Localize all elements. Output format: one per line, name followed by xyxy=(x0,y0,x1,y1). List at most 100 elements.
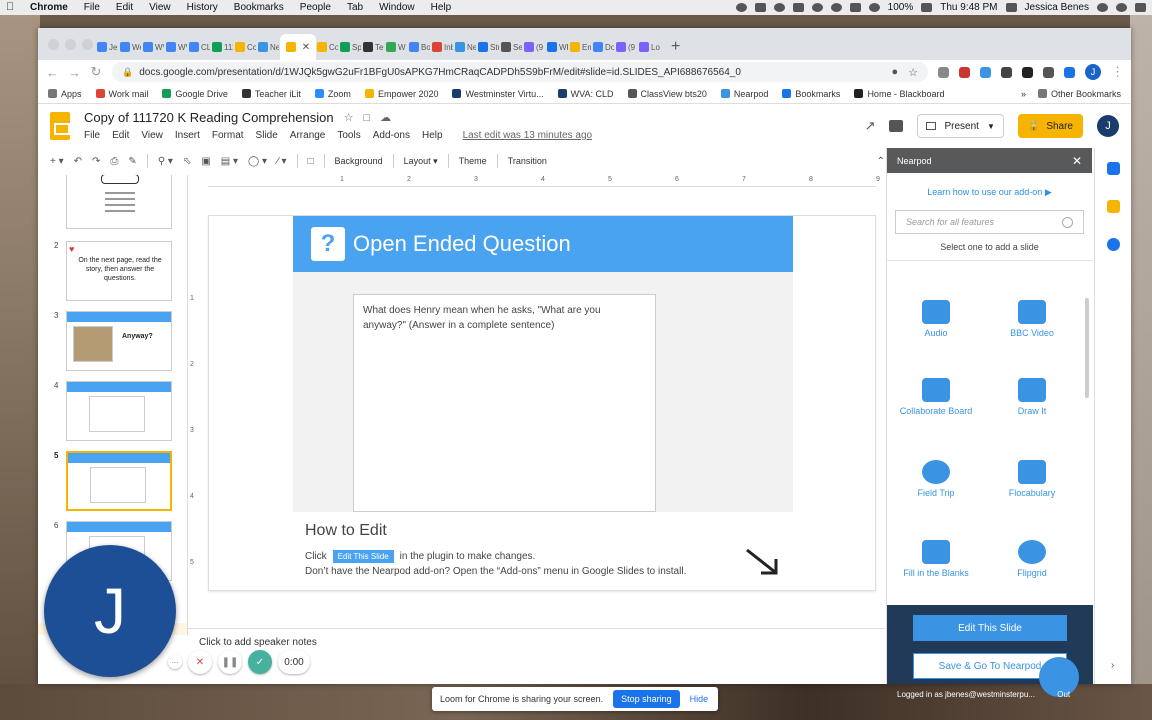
mac-menu-window[interactable]: Window xyxy=(379,2,415,13)
browser-tab[interactable]: Jes xyxy=(96,34,119,60)
bookmark-item[interactable]: Apps xyxy=(48,89,82,99)
browser-tab[interactable]: Ne xyxy=(257,34,280,60)
feature-fill-in-the-blanks[interactable]: Fill in the Blanks xyxy=(891,540,981,578)
bookmark-item[interactable]: Westminster Virtu... xyxy=(452,89,544,99)
notification-center-icon[interactable] xyxy=(1135,3,1146,12)
browser-tab[interactable]: Sp xyxy=(339,34,362,60)
activity-icon[interactable]: ↗ xyxy=(865,118,876,134)
time-machine-icon[interactable] xyxy=(830,3,842,12)
line-icon[interactable]: ∕ ▾ xyxy=(277,156,286,167)
doc-title[interactable]: Copy of 111720 K Reading Comprehension xyxy=(84,110,334,125)
collapse-toolbar-icon[interactable]: ⌃ xyxy=(877,156,885,167)
feature-draw-it[interactable]: Draw It xyxy=(987,378,1077,416)
menu-slide[interactable]: Slide xyxy=(256,130,278,141)
new-slide-icon[interactable]: + ▾ xyxy=(50,156,64,167)
share-button[interactable]: 🔒 Share xyxy=(1017,114,1083,138)
feature-scrollbar[interactable] xyxy=(1085,298,1089,398)
browser-tab[interactable]: 111 xyxy=(211,34,234,60)
menu-help[interactable]: Help xyxy=(422,130,443,141)
extension-icon[interactable] xyxy=(1064,66,1075,78)
mac-user[interactable]: Jessica Benes xyxy=(1025,2,1089,13)
mac-menu-file[interactable]: File xyxy=(84,2,100,13)
undo-icon[interactable]: ↶ xyxy=(74,156,82,167)
menu-format[interactable]: Format xyxy=(212,130,244,141)
mic-icon[interactable]: ● xyxy=(891,66,898,78)
mac-menu-view[interactable]: View xyxy=(149,2,171,13)
profile-avatar[interactable]: J xyxy=(1085,64,1101,80)
close-tab-icon[interactable]: ✕ xyxy=(302,42,310,53)
browser-tab[interactable]: (9 xyxy=(523,34,546,60)
reload-icon[interactable]: ↻ xyxy=(90,64,102,80)
horizontal-ruler[interactable]: 1 2 3 4 5 6 7 8 9 xyxy=(208,175,880,187)
feature-collaborate-board[interactable]: Collaborate Board xyxy=(891,378,981,416)
battery-icon[interactable] xyxy=(921,3,933,12)
browser-tab[interactable]: Inb xyxy=(431,34,454,60)
slides-logo-icon[interactable] xyxy=(50,112,70,140)
last-edit-link[interactable]: Last edit was 13 minutes ago xyxy=(463,130,593,141)
slide-header-band[interactable]: ? Open Ended Question xyxy=(293,216,793,272)
bookmark-item[interactable]: Zoom xyxy=(314,89,351,99)
back-icon[interactable]: ← xyxy=(46,65,59,80)
chevron-down-icon[interactable]: ▼ xyxy=(987,122,995,131)
arrow-down-right-icon[interactable] xyxy=(743,546,783,578)
other-bookmarks[interactable]: Other Bookmarks xyxy=(1037,89,1121,99)
battery-percent[interactable]: 100% xyxy=(888,2,914,13)
kebab-menu-icon[interactable]: ⋮ xyxy=(1111,64,1124,80)
search-icon[interactable] xyxy=(1097,3,1108,12)
menu-edit[interactable]: Edit xyxy=(112,130,129,141)
bluetooth-icon[interactable] xyxy=(849,3,861,12)
clock[interactable]: Thu 9:48 PM xyxy=(940,2,997,13)
slide-canvas[interactable]: ? Open Ended Question What does Henry me… xyxy=(208,215,876,591)
browser-tab[interactable]: Te xyxy=(362,34,385,60)
redo-icon[interactable]: ↷ xyxy=(92,156,100,167)
slide-thumbnail[interactable]: 2 On the next page, read the story, then … xyxy=(50,241,187,303)
close-icon[interactable]: ✕ xyxy=(1072,154,1082,168)
bookmark-item[interactable]: ClassView bts20 xyxy=(627,89,707,99)
keep-icon[interactable] xyxy=(1107,200,1120,213)
browser-tab[interactable]: Ne xyxy=(454,34,477,60)
cloud-icon[interactable] xyxy=(754,3,766,12)
flag-icon[interactable] xyxy=(1005,3,1017,12)
feature-flocabulary[interactable]: Flocabulary xyxy=(987,460,1077,498)
howto-title[interactable]: How to Edit xyxy=(305,522,805,540)
bookmark-item[interactable]: Home - Blackboard xyxy=(854,89,944,99)
learn-addon-link[interactable]: Learn how to use our add-on ▶ xyxy=(887,187,1092,198)
expand-panel-icon[interactable]: › xyxy=(1111,660,1114,671)
tab-active[interactable]: ✕ xyxy=(280,34,316,60)
vertical-ruler[interactable]: 1 2 3 4 5 xyxy=(188,187,202,627)
siri-icon[interactable] xyxy=(1116,3,1127,12)
paint-format-icon[interactable]: ✎ xyxy=(128,156,136,167)
zoom-window-button[interactable] xyxy=(82,39,93,50)
browser-tab[interactable]: Co xyxy=(234,34,257,60)
feature-field-trip[interactable]: Field Trip xyxy=(891,460,981,498)
howto-line2[interactable]: Don’t have the Nearpod add-on? Open the … xyxy=(305,566,686,577)
calendar-icon[interactable] xyxy=(1107,162,1120,175)
menu-insert[interactable]: Insert xyxy=(175,130,200,141)
menu-view[interactable]: View xyxy=(141,130,163,141)
shape-icon[interactable]: ◯ ▾ xyxy=(248,156,267,167)
browser-tab[interactable]: (9 xyxy=(615,34,638,60)
loom-camera-bubble[interactable]: J xyxy=(44,545,176,677)
browser-tab[interactable]: W xyxy=(385,34,408,60)
mic-icon[interactable] xyxy=(735,3,747,12)
feature-bbc-video[interactable]: BBC Video xyxy=(987,300,1077,338)
creative-cloud-icon[interactable] xyxy=(792,3,804,12)
slide-heading[interactable]: Open Ended Question xyxy=(353,231,571,257)
browser-tab[interactable]: Bo xyxy=(408,34,431,60)
present-button[interactable]: Present ▼ xyxy=(917,114,1004,138)
browser-tab[interactable]: Se xyxy=(500,34,523,60)
dropbox-icon[interactable] xyxy=(811,3,823,12)
question-textbox[interactable]: What does Henry mean when he asks, "What… xyxy=(353,294,656,512)
extension-icon[interactable] xyxy=(938,66,949,78)
menu-file[interactable]: File xyxy=(84,130,100,141)
wifi-icon[interactable] xyxy=(868,3,880,12)
zoom-icon[interactable]: ⚲ ▾ xyxy=(158,156,173,167)
background-button[interactable]: Background xyxy=(335,156,383,166)
tasks-icon[interactable] xyxy=(1107,238,1120,251)
mac-menu-people[interactable]: People xyxy=(300,2,331,13)
bookmark-item[interactable]: Nearpod xyxy=(720,89,768,99)
mac-app-name[interactable]: Chrome xyxy=(30,2,68,13)
howto-line1[interactable]: Click Edit This Slide in the plugin to m… xyxy=(305,550,535,563)
bookmark-item[interactable]: Teacher iLit xyxy=(241,89,301,99)
extension-icon[interactable] xyxy=(1001,66,1012,78)
